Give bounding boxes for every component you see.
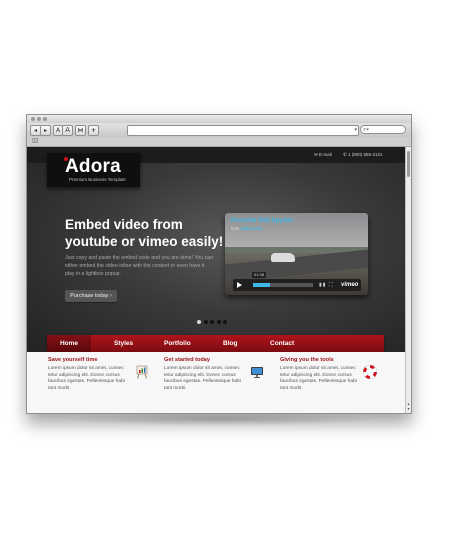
title-bar [27, 115, 411, 123]
video-player[interactable]: Porsche 918 Spyder from Gallo Kirel 01:3… [225, 213, 368, 295]
main-nav: Home Styles Portfolio Blog Contact [47, 335, 384, 353]
slider-pagination [197, 320, 231, 325]
scrollbar-thumb[interactable] [407, 151, 410, 177]
hero-body: Just copy and paste the embed code and y… [65, 255, 213, 277]
page-scrollbar[interactable]: ▴ ▾ [405, 147, 411, 413]
web-page: ✉ E-mail ✆ 1 (800) 555-2121 Adora Premiu… [27, 147, 405, 413]
hero-section: ✉ E-mail ✆ 1 (800) 555-2121 Adora Premiu… [27, 147, 405, 352]
bookmarks-bar: ▯▯ [27, 137, 411, 147]
add-bookmark-button[interactable]: + [88, 125, 99, 136]
tagline: Premium Business Template [69, 177, 126, 182]
feature-title: Giving you the tools [280, 357, 334, 363]
slider-dot[interactable] [203, 320, 208, 324]
monitor-icon [251, 367, 263, 378]
search-field[interactable]: ⌕▾ [360, 125, 406, 134]
slider-dot[interactable] [197, 320, 201, 324]
text-bigger-button[interactable]: A [62, 125, 73, 136]
play-icon[interactable] [237, 282, 242, 288]
phone-number: ✆ 1 (800) 555-2121 [343, 152, 383, 157]
video-controls: ▮▮ ⛶ vimeo [233, 279, 361, 291]
browser-window: ◂ ▸ A A ⋈ + ▾ ⌕▾ ▯▯ ✉ E-mail ✆ 1 (800) 5… [26, 114, 412, 414]
scroll-arrows-icon[interactable]: ▴ ▾ [406, 401, 411, 411]
logo: Adora [65, 156, 121, 177]
nav-portfolio[interactable]: Portfolio [164, 335, 191, 353]
search-icon: ⌕▾ [363, 127, 369, 133]
volume-fullscreen-icons[interactable]: ▮▮ ⛶ [319, 281, 333, 289]
video-progress-bar[interactable] [253, 283, 313, 287]
video-frame-car [271, 253, 295, 262]
video-progress-fill [253, 283, 270, 287]
video-author-link[interactable]: Gallo Kirel [241, 226, 262, 231]
logo-box[interactable]: Adora Premium Business Template [47, 153, 140, 187]
video-byline: from Gallo Kirel [231, 226, 262, 231]
purchase-button[interactable]: Purchase today › [65, 290, 117, 302]
email-link[interactable]: ✉ E-mail [314, 152, 332, 158]
video-time: 01:38 [252, 272, 266, 278]
browser-toolbar: ◂ ▸ A A ⋈ + ▾ ⌕▾ [27, 123, 411, 137]
lifebuoy-icon [363, 365, 377, 379]
nav-blog[interactable]: Blog [223, 335, 237, 353]
nav-home[interactable]: Home [47, 335, 91, 353]
minimize-window-button[interactable] [37, 117, 41, 121]
window-shadow [60, 412, 380, 426]
feature-title: Save yourself time [48, 357, 98, 363]
forward-button[interactable]: ▸ [40, 125, 51, 136]
hero-headline: Embed video from youtube or vimeo easily… [65, 217, 224, 249]
feature-title: Get started today [164, 357, 211, 363]
nav-styles[interactable]: Styles [114, 335, 133, 353]
slider-dot[interactable] [223, 320, 227, 324]
feature-text: Lorem ipsum dolor sit amet, consec tetur… [280, 366, 357, 391]
feature-text: Lorem ipsum dolor sit amet, consec tetur… [164, 366, 241, 391]
address-bar[interactable]: ▾ [127, 125, 359, 136]
feature-columns: Save yourself time Lorem ipsum dolor sit… [27, 352, 405, 413]
slider-dot[interactable] [210, 320, 214, 324]
easel-chart-icon [136, 365, 148, 379]
slider-dot[interactable] [216, 320, 221, 324]
vimeo-logo[interactable]: vimeo [341, 281, 358, 289]
close-window-button[interactable] [31, 117, 35, 121]
nav-contact[interactable]: Contact [270, 335, 294, 353]
video-title[interactable]: Porsche 918 Spyder [231, 217, 293, 224]
phone-label: 1 (800) 555-2121 [348, 152, 383, 157]
zoom-window-button[interactable] [43, 117, 47, 121]
chevron-down-icon[interactable]: ▾ [354, 126, 357, 135]
video-from-label: from [231, 226, 240, 231]
email-label: E-mail [319, 152, 332, 157]
stop-button[interactable]: ⋈ [75, 125, 86, 136]
feature-text: Lorem ipsum dolor sit amet, consec tetur… [48, 366, 125, 391]
show-all-bookmarks-icon[interactable]: ▯▯ [32, 138, 39, 145]
